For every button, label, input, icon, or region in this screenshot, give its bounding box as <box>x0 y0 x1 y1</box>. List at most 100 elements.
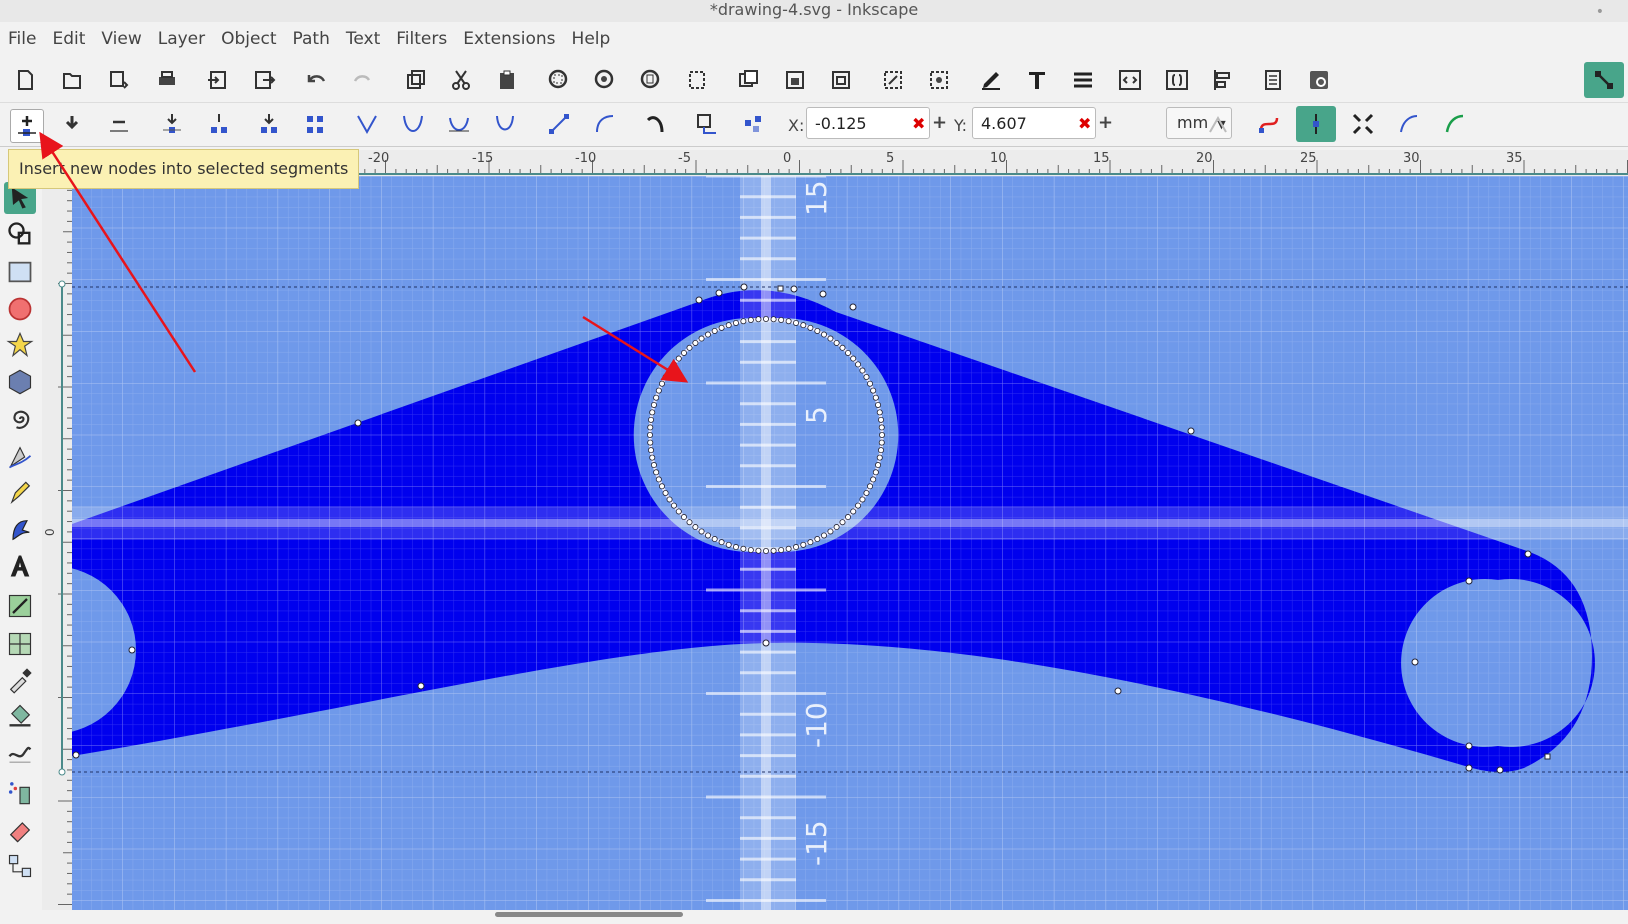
zoom-page-width-icon[interactable] <box>682 65 712 95</box>
connector-tool-icon[interactable] <box>4 850 36 882</box>
window-control-icon[interactable]: • <box>1596 2 1604 22</box>
menu-object[interactable]: Object <box>213 29 284 49</box>
document-properties-icon[interactable] <box>1258 65 1288 95</box>
cut-icon[interactable] <box>446 65 476 95</box>
xml-editor-icon[interactable] <box>1115 65 1145 95</box>
text-font-icon[interactable] <box>1022 65 1052 95</box>
insert-node-button[interactable] <box>10 109 44 143</box>
node-marker <box>800 322 807 329</box>
node-marker <box>725 541 732 548</box>
gradient-tool-icon[interactable] <box>4 590 36 622</box>
lock-icon[interactable] <box>826 65 856 95</box>
delete-segment-icon[interactable] <box>300 109 330 139</box>
layers-icon[interactable] <box>1068 65 1098 95</box>
edit-mask-icon[interactable] <box>1440 109 1470 139</box>
x-increment-icon[interactable]: + <box>932 112 947 133</box>
paste-icon[interactable] <box>492 65 522 95</box>
open-document-icon[interactable] <box>57 65 87 95</box>
spray-tool-icon[interactable] <box>4 776 36 808</box>
node-marker <box>655 387 662 394</box>
remove-node-icon[interactable] <box>104 109 134 139</box>
spiral-tool-icon[interactable] <box>4 403 36 435</box>
show-transform-handles-icon[interactable] <box>1348 109 1378 139</box>
node-marker <box>658 380 665 387</box>
node-marker <box>870 476 877 483</box>
redo-icon[interactable] <box>347 65 377 95</box>
clip-path-icon[interactable] <box>738 109 768 139</box>
menu-filters[interactable]: Filters <box>388 29 455 49</box>
group-icon[interactable] <box>733 65 763 95</box>
snap-objects-icon[interactable] <box>924 65 954 95</box>
paint-bucket-tool-icon[interactable] <box>4 700 36 732</box>
zoom-page-icon[interactable] <box>636 65 666 95</box>
node-marker <box>876 454 883 461</box>
pen-tool-icon[interactable] <box>4 441 36 473</box>
selectors-icon[interactable] <box>1162 65 1192 95</box>
next-path-effect-icon[interactable] <box>1394 109 1424 139</box>
menu-text[interactable]: Text <box>338 29 388 49</box>
node-marker <box>821 331 828 338</box>
stroke-to-path-icon[interactable] <box>692 109 722 139</box>
horizontal-scrollbar[interactable] <box>495 912 683 917</box>
new-document-icon[interactable] <box>10 65 40 95</box>
cusp-node-icon[interactable] <box>352 109 382 139</box>
node-tool-icon[interactable] <box>4 218 36 250</box>
menu-path[interactable]: Path <box>285 29 338 49</box>
menu-help[interactable]: Help <box>564 29 619 49</box>
node-marker <box>872 469 879 476</box>
delete-node-button[interactable] <box>57 109 87 139</box>
zoom-drawing-icon[interactable] <box>590 65 620 95</box>
export-icon[interactable] <box>250 65 280 95</box>
ruler-label: -10 <box>575 151 596 166</box>
y-clear-icon[interactable]: ✖ <box>1078 114 1091 133</box>
open-recent-icon[interactable] <box>104 65 134 95</box>
ruler-label: -15 <box>472 151 493 166</box>
import-icon[interactable] <box>203 65 233 95</box>
dropper-tool-icon[interactable] <box>4 664 36 696</box>
x-clear-icon[interactable]: ✖ <box>912 114 925 133</box>
symmetric-node-icon[interactable] <box>444 109 474 139</box>
star-tool-icon[interactable] <box>4 329 36 361</box>
break-path-icon[interactable] <box>204 109 234 139</box>
text-tool-icon[interactable] <box>4 550 36 582</box>
rect-tool-icon[interactable] <box>4 256 36 288</box>
join-nodes-icon[interactable] <box>157 109 187 139</box>
menu-file[interactable]: File <box>0 29 44 49</box>
mesh-tool-icon[interactable] <box>4 628 36 660</box>
segment-line-icon[interactable] <box>544 109 574 139</box>
duplicate-icon[interactable] <box>400 65 430 95</box>
join-endnodes-icon[interactable] <box>254 109 284 139</box>
menu-layer[interactable]: Layer <box>150 29 213 49</box>
edit-clip-icon[interactable] <box>1203 109 1233 139</box>
show-handles-icon[interactable] <box>1296 106 1336 142</box>
tweak-tool-icon[interactable] <box>4 738 36 770</box>
menu-view[interactable]: View <box>93 29 149 49</box>
node-marker <box>662 373 669 380</box>
align-icon[interactable] <box>1207 65 1237 95</box>
show-path-outline-icon[interactable] <box>1254 109 1284 139</box>
smooth-node-icon[interactable] <box>398 109 428 139</box>
snap-toggle-icon[interactable] <box>1584 62 1624 98</box>
print-icon[interactable] <box>152 65 182 95</box>
undo-icon[interactable] <box>302 65 332 95</box>
drawing-canvas[interactable]: 15 5 -10 -15 <box>72 176 1628 910</box>
ellipse-tool-icon[interactable] <box>4 293 36 325</box>
window-titlebar: *drawing-4.svg - Inkscape • <box>0 0 1628 22</box>
node-marker <box>647 431 654 438</box>
auto-smooth-node-icon[interactable] <box>490 109 520 139</box>
fill-stroke-icon[interactable] <box>976 65 1006 95</box>
menu-edit[interactable]: Edit <box>44 29 93 49</box>
object-to-path-icon[interactable] <box>641 109 671 139</box>
calligraphy-tool-icon[interactable] <box>4 514 36 546</box>
ungroup-icon[interactable] <box>780 65 810 95</box>
y-increment-icon[interactable]: + <box>1098 112 1113 133</box>
eraser-tool-icon[interactable] <box>4 814 36 846</box>
transform-icon[interactable] <box>878 65 908 95</box>
preferences-icon[interactable] <box>1304 65 1334 95</box>
zoom-selection-icon[interactable] <box>544 65 574 95</box>
3dbox-tool-icon[interactable] <box>4 366 36 398</box>
menu-extensions[interactable]: Extensions <box>455 29 563 49</box>
pencil-tool-icon[interactable] <box>4 478 36 510</box>
segment-curve-icon[interactable] <box>590 109 620 139</box>
vertical-ruler[interactable]: 0 <box>42 176 73 910</box>
